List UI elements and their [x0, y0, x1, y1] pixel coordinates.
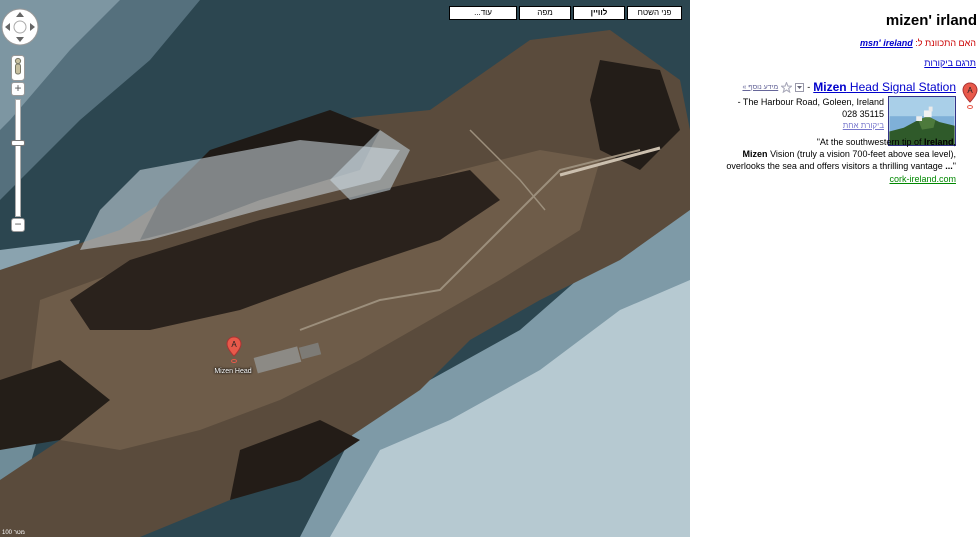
scale-bar-label: 100 מטר	[2, 530, 25, 536]
map-type-satellite-button[interactable]: לוויין	[573, 6, 625, 20]
snippet-bold-2: Mizen	[742, 149, 768, 159]
place-snippet: "At the southwestern tip of Ireland, Miz…	[696, 136, 956, 172]
map-type-map-button[interactable]: מפה	[519, 6, 571, 20]
place-phone: 028 35115	[842, 109, 884, 119]
results-sidebar: mizen' irland האם התכוונת ל: msn' irelan…	[690, 0, 980, 537]
did-you-mean-prefix: האם התכוונת ל:	[915, 38, 976, 48]
zoom-out-button[interactable]: −	[11, 218, 25, 232]
title-dash: -	[807, 82, 811, 92]
zoom-control: + −	[11, 55, 25, 235]
search-query-title: mizen' irland	[885, 12, 977, 29]
satellite-map[interactable]: ...עוד מפה לוויין פני השטח + − A Mizen H…	[0, 0, 690, 537]
result-marker-letter: A	[967, 86, 973, 95]
zoom-slider[interactable]	[11, 99, 25, 217]
map-marker-label: Mizen Head	[214, 368, 252, 375]
map-type-selector: ...עוד מפה לוויין פני השטח	[449, 6, 682, 20]
source-link[interactable]: cork-ireland.com	[889, 174, 956, 184]
place-name-bold: Mizen	[813, 80, 847, 94]
result-marker-icon[interactable]: A	[962, 82, 978, 110]
place-address: - The Harbour Road, Goleen, Ireland	[737, 97, 884, 107]
search-result-a: A Mizen Head Signal Station - מידע נוסף …	[690, 80, 980, 190]
did-you-mean-suggestion-link[interactable]: msn' ireland	[860, 38, 913, 48]
pan-control[interactable]	[1, 8, 39, 46]
more-info-link[interactable]: מידע נוסף »	[742, 84, 778, 91]
result-title-row: Mizen Head Signal Station - מידע נוסף »	[742, 80, 956, 94]
place-name-link[interactable]: Mizen Head Signal Station	[813, 80, 956, 94]
snippet-bold-1: Ireland	[923, 137, 954, 147]
snippet-text-2: Vision (truly a vision 700-feet above se…	[767, 149, 956, 159]
zoom-slider-thumb[interactable]	[11, 140, 25, 146]
snippet-text-1: "At the southwestern tip of	[816, 137, 924, 147]
did-you-mean: האם התכוונת ל: msn' ireland	[860, 38, 976, 48]
app-root: ...עוד מפה לוויין פני השטח + − A Mizen H…	[0, 0, 980, 537]
dropdown-arrow-icon[interactable]	[795, 82, 805, 92]
pegman-icon[interactable]	[11, 55, 25, 81]
reviews-link[interactable]: ביקורת אחת	[843, 121, 884, 130]
satellite-imagery	[0, 0, 690, 537]
translate-reviews-link[interactable]: תרגם ביקורות	[924, 58, 976, 68]
map-type-terrain-button[interactable]: פני השטח	[627, 6, 682, 20]
star-icon[interactable]	[781, 81, 793, 93]
map-marker-letter: A	[231, 340, 237, 349]
snippet-text-3c: "	[952, 161, 956, 171]
map-marker-a[interactable]: A	[226, 336, 242, 364]
snippet-bold-3: ...	[945, 161, 953, 171]
zoom-in-button[interactable]: +	[11, 82, 25, 96]
place-name-rest: Head Signal Station	[846, 80, 956, 94]
map-type-more-button[interactable]: ...עוד	[449, 6, 517, 20]
snippet-text-3: overlooks the sea and offers visitors a …	[726, 161, 946, 171]
snippet-text-1c: ,	[953, 137, 956, 147]
